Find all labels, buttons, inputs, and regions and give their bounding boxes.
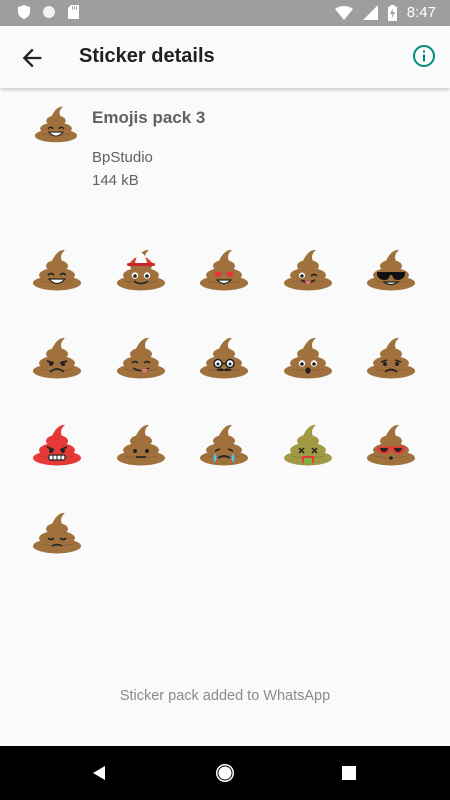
nav-home-icon[interactable] bbox=[214, 762, 236, 784]
signal-icon bbox=[362, 5, 378, 20]
sick-poop-sticker[interactable] bbox=[266, 400, 350, 488]
red-angry-poop-sticker[interactable] bbox=[15, 400, 99, 488]
angry-poop-sticker[interactable] bbox=[15, 313, 99, 401]
crying-poop-sticker[interactable] bbox=[182, 400, 266, 488]
status-bar: 8:47 bbox=[0, 0, 450, 26]
sd-card-icon bbox=[68, 5, 79, 19]
cap-poop-sticker[interactable] bbox=[99, 225, 183, 313]
navigation-bar bbox=[0, 746, 450, 800]
pack-name: Emojis pack 3 bbox=[92, 108, 206, 127]
pack-publisher: BpStudio bbox=[92, 149, 153, 166]
sunglasses-poop-sticker[interactable] bbox=[349, 225, 433, 313]
nav-recents-icon[interactable] bbox=[341, 765, 357, 781]
tongue-out-poop-sticker[interactable] bbox=[99, 313, 183, 401]
page-title: Sticker details bbox=[79, 45, 215, 67]
pack-size: 144 kB bbox=[92, 172, 139, 189]
arrow-back-icon[interactable] bbox=[18, 44, 46, 72]
info-icon[interactable] bbox=[412, 44, 436, 68]
glasses-mustache-poop-sticker[interactable] bbox=[182, 313, 266, 401]
added-status-message: Sticker pack added to WhatsApp bbox=[119, 688, 331, 704]
circle-icon bbox=[43, 6, 55, 18]
frowning-poop-sticker[interactable] bbox=[349, 313, 433, 401]
tongue-wink-poop-sticker[interactable] bbox=[266, 225, 350, 313]
app-bar: Sticker details bbox=[0, 26, 450, 88]
neutral-poop-sticker[interactable] bbox=[99, 400, 183, 488]
smiling-poop-sticker[interactable] bbox=[15, 225, 99, 313]
status-time: 8:47 bbox=[406, 4, 436, 21]
nav-back-icon[interactable] bbox=[90, 763, 110, 783]
tray-icon bbox=[34, 104, 78, 143]
surprised-poop-sticker[interactable] bbox=[266, 313, 350, 401]
red-glasses-poop-sticker[interactable] bbox=[349, 400, 433, 488]
shield-icon bbox=[18, 5, 30, 19]
heart-eyes-poop-sticker[interactable] bbox=[182, 225, 266, 313]
pack-header: Emojis pack 3 BpStudio 144 kB bbox=[0, 96, 450, 206]
wifi-icon bbox=[334, 5, 353, 20]
sleepy-poop-sticker[interactable] bbox=[15, 488, 99, 576]
battery-charging-icon bbox=[387, 4, 397, 21]
